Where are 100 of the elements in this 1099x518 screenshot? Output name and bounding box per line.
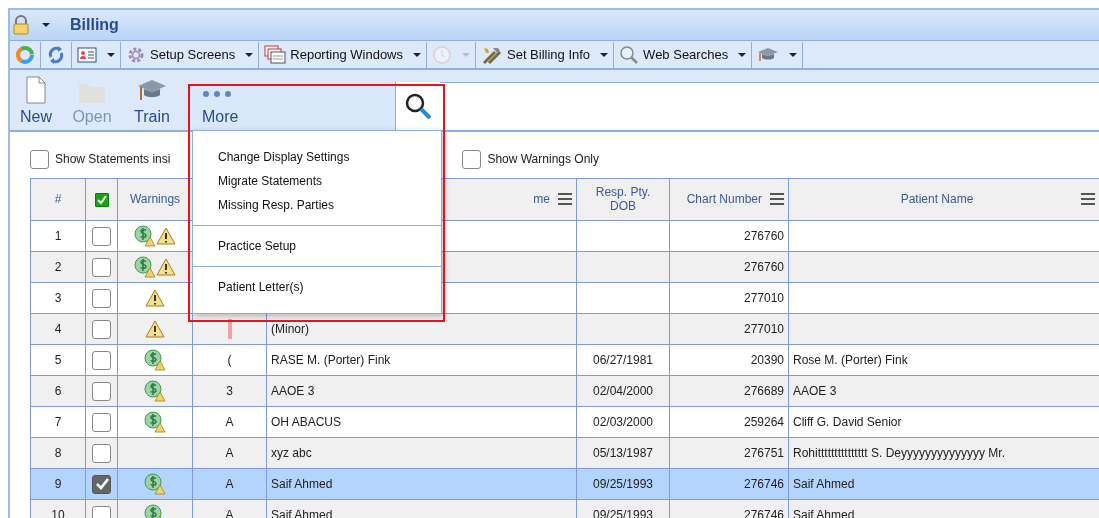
table-cell: RASE M. (Porter) Fink: [271, 353, 391, 367]
caret-icon: [600, 52, 609, 57]
table-cell: 277010: [743, 291, 784, 305]
caret-icon: [462, 52, 470, 57]
column-menu-icon[interactable]: [558, 193, 572, 206]
menu-item[interactable]: Migrate Statements: [193, 169, 441, 193]
table-cell: A: [225, 446, 234, 460]
header-label: Chart Number: [686, 192, 762, 207]
table-cell: 276689: [743, 384, 784, 398]
header-label: me: [533, 192, 550, 207]
ribbon-button[interactable]: Train: [122, 70, 182, 130]
checkbox[interactable]: [462, 149, 482, 169]
table-cell: AAOE 3: [793, 384, 837, 398]
table-cell: Saif Ahmed: [271, 477, 333, 491]
table-row[interactable]: 6 3 AAOE 3 02/04/2000 276689 AAOE 3: [30, 375, 1099, 407]
column-menu-icon[interactable]: [770, 193, 784, 206]
clock-icon: [432, 44, 452, 65]
checkbox[interactable]: [92, 381, 111, 401]
table-row[interactable]: 9 A Saif Ahmed 09/25/1993 276746 Saif Ahmed: [30, 468, 1099, 500]
table-cell: (: [227, 353, 232, 367]
toolbar-button[interactable]: Setup Screens: [121, 41, 260, 68]
row-number: 8: [54, 446, 62, 460]
table-cell: 276751: [743, 446, 784, 460]
header-label: Resp. Pty. DOB: [595, 185, 651, 214]
row-number: 1: [54, 229, 62, 243]
toolbar-button[interactable]: Reporting Windows: [259, 41, 427, 68]
row-number: 4: [54, 322, 62, 336]
table-cell: 02/04/2000: [592, 384, 654, 398]
table-row[interactable]: 8 A xyz abc 05/13/1987 276751 Rohittttttttttttttt S. Deyyyyyyyyyyyyyy Mr.: [30, 437, 1099, 469]
row-number: 5: [54, 353, 62, 367]
toolbar-button[interactable]: Web Searches: [614, 41, 753, 68]
search-button[interactable]: [395, 82, 440, 130]
menu-item[interactable]: Missing Resp. Parties: [193, 193, 441, 217]
row-number: 2: [54, 260, 62, 274]
more-dots-icon: [202, 90, 232, 99]
checkbox[interactable]: [92, 288, 111, 308]
checkbox-label: Show Statements insi: [55, 151, 171, 168]
search-icon: [619, 44, 640, 65]
checkbox-label: Show Warnings Only: [487, 151, 599, 168]
table-cell: 06/27/1981: [592, 353, 654, 367]
table-cell: Cliff G. David Senior: [793, 415, 902, 429]
document-icon: [25, 76, 47, 105]
table-cell: 259264: [743, 415, 784, 429]
table-cell: 276760: [743, 260, 784, 274]
ring-icon: [15, 44, 35, 65]
table-cell: 20390: [750, 353, 784, 367]
lock-icon: [12, 15, 30, 35]
check-icon: [96, 194, 107, 205]
caret-icon: [107, 52, 115, 57]
header-label: Warnings: [129, 192, 181, 207]
caret-icon: [789, 52, 798, 57]
toolbar-button[interactable]: Set Billing Info: [476, 41, 615, 68]
caret-icon: [738, 52, 747, 57]
table-cell: 276760: [743, 229, 784, 243]
header-label: Patient Name: [900, 192, 974, 207]
checkbox[interactable]: [92, 257, 111, 277]
check-icon: [94, 477, 109, 492]
search-icon: [404, 92, 432, 120]
table-cell: A: [225, 415, 234, 429]
window-title: Billing: [70, 15, 119, 35]
table-cell: Rose M. (Porter) Fink: [793, 353, 908, 367]
row-number: 9: [54, 477, 62, 491]
checkbox[interactable]: [94, 192, 109, 207]
table-cell: xyz abc: [271, 446, 312, 460]
table-row[interactable]: 4 (Minor) 277010: [30, 313, 1099, 345]
column-menu-icon[interactable]: [1081, 193, 1095, 206]
menu-item[interactable]: Change Display Settings: [193, 145, 441, 169]
checkbox[interactable]: [92, 474, 111, 494]
checkbox[interactable]: [92, 443, 111, 463]
checkbox[interactable]: [92, 226, 111, 246]
checkbox[interactable]: [92, 350, 111, 370]
windows-icon: [264, 44, 287, 65]
table-cell: OH ABACUS: [271, 415, 342, 429]
table-cell: A: [225, 477, 234, 491]
checkbox[interactable]: [30, 149, 49, 169]
table-cell: 05/13/1987: [592, 446, 654, 460]
search-field[interactable]: [440, 82, 1099, 130]
table-row[interactable]: 7 A OH ABACUS 02/03/2000 259264 Cliff G. David Senior: [30, 406, 1099, 438]
caret-icon[interactable]: [42, 23, 50, 27]
row-number: 6: [54, 384, 62, 398]
row-number: 7: [54, 415, 62, 429]
flag-mark: [227, 319, 232, 339]
table-cell: Rohittttttttttttttt S. Deyyyyyyyyyyyyyy Mr.: [793, 446, 1006, 460]
table-cell: 3: [226, 384, 233, 398]
contact-card-icon: [77, 45, 97, 64]
table-row[interactable]: 5 ( RASE M. (Porter) Fink 06/27/1981 20390 Rose M. (Porter) Fink: [30, 344, 1099, 376]
table-cell: 09/25/1993: [592, 477, 654, 491]
table-cell: (Minor): [271, 322, 309, 336]
checkbox[interactable]: [92, 412, 111, 432]
graduation-cap-icon: [757, 45, 780, 64]
table-cell: Saif Ahmed: [793, 477, 855, 491]
caret-icon: [413, 52, 421, 57]
ribbon-button[interactable]: New: [10, 70, 62, 130]
table-cell: AAOE 3: [271, 384, 315, 398]
caret-icon: [245, 52, 254, 57]
refresh-icon: [46, 44, 66, 65]
table-cell: 277010: [743, 322, 784, 336]
table-cell: 02/03/2000: [592, 415, 654, 429]
checkbox[interactable]: [92, 319, 111, 339]
table-cell: 276746: [743, 477, 784, 491]
